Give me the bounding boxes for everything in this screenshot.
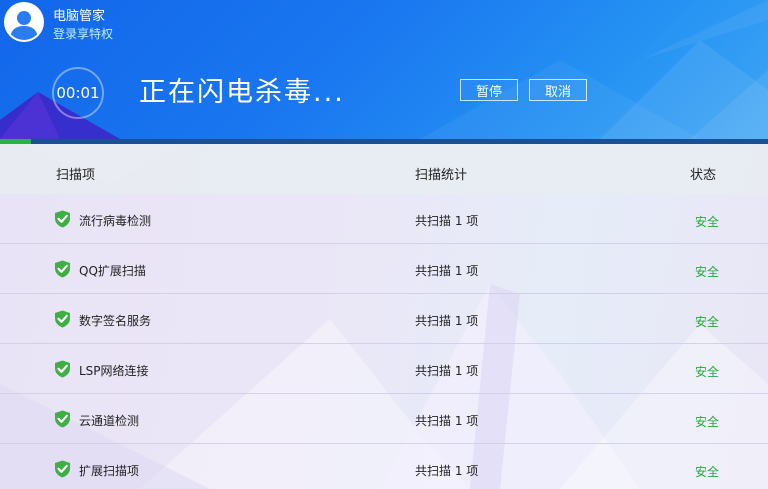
table-row: 数字签名服务 共扫描 1 项 安全 (0, 294, 768, 344)
scan-item-name: 流行病毒检测 (79, 214, 152, 228)
scan-item-stats: 共扫描 1 项 (415, 214, 479, 228)
green-check-shield-icon (55, 260, 70, 278)
scan-timer: 00:01 (52, 67, 104, 119)
green-check-shield-icon (55, 410, 70, 428)
scan-item-name: QQ扩展扫描 (79, 264, 146, 278)
scan-item-status: 安全 (695, 465, 720, 479)
scan-item-status: 安全 (695, 265, 720, 279)
green-check-shield-icon (55, 360, 70, 378)
table-row: 云通道检测 共扫描 1 项 安全 (0, 394, 768, 444)
scan-item-stats: 共扫描 1 项 (415, 314, 479, 328)
scan-item-name: 云通道检测 (79, 414, 140, 428)
app-title: 电脑管家 (53, 9, 106, 24)
login-privilege-link[interactable]: 登录享特权 (53, 25, 113, 42)
green-check-shield-icon (55, 210, 70, 228)
column-header-status: 状态 (690, 168, 717, 183)
timer-value: 00:01 (56, 84, 100, 102)
scan-item-name: 数字签名服务 (79, 314, 152, 328)
scan-item-stats: 共扫描 1 项 (415, 414, 479, 428)
column-header-scan-item: 扫描项 (56, 168, 96, 183)
scan-item-name: 扩展扫描项 (79, 464, 140, 478)
scan-item-stats: 共扫描 1 项 (415, 464, 479, 478)
user-avatar-icon[interactable] (4, 2, 44, 42)
scan-item-status: 安全 (695, 365, 720, 379)
header-decoration (0, 0, 768, 139)
scan-results-panel: 扫描项 扫描统计 状态 流行病毒检测 共扫描 1 项安全 QQ扩展扫描 共扫描 1 项… (0, 144, 768, 489)
scan-item-name: LSP网络连接 (79, 364, 149, 378)
scan-item-status: 安全 (695, 415, 720, 429)
table-row: 扩展扫描项 共扫描 1 项 安全 (0, 444, 768, 489)
table-row: 流行病毒检测 共扫描 1 项 安全 (0, 194, 768, 244)
scan-item-status: 安全 (695, 315, 720, 329)
green-check-shield-icon (55, 460, 70, 478)
scan-status-text: 正在闪电杀毒... (139, 77, 345, 108)
column-header-scan-stats: 扫描统计 (415, 168, 468, 183)
green-check-shield-icon (55, 310, 70, 328)
table-row: QQ扩展扫描 共扫描 1 项 安全 (0, 244, 768, 294)
scan-item-stats: 共扫描 1 项 (415, 264, 479, 278)
header-banner: 电脑管家 登录享特权 00:01 正在闪电杀毒... 暂停 取消 (0, 0, 768, 139)
pause-button[interactable]: 暂停 (460, 79, 518, 101)
scan-item-stats: 共扫描 1 项 (415, 364, 479, 378)
table-row: LSP网络连接 共扫描 1 项 安全 (0, 344, 768, 394)
table-header: 扫描项 扫描统计 状态 (0, 144, 768, 194)
scan-item-status: 安全 (695, 215, 720, 229)
cancel-button[interactable]: 取消 (529, 79, 587, 101)
